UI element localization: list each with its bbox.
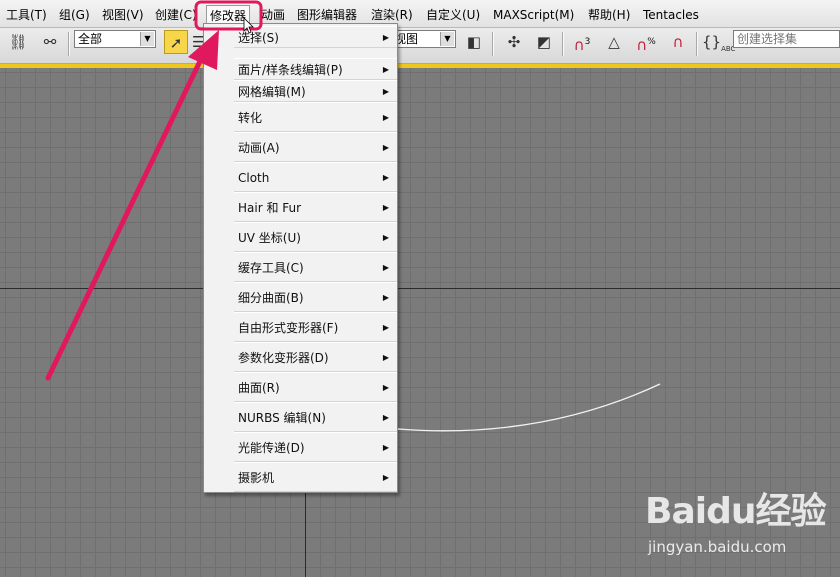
menu-create[interactable]: 创建(C) xyxy=(155,7,197,23)
chevron-right-icon: ▶ xyxy=(382,263,389,272)
menu-item-select[interactable]: 选择(S) ▶ xyxy=(234,26,397,48)
menu-item-label: 曲面(R) xyxy=(238,381,280,395)
menu-item-label: Hair 和 Fur xyxy=(238,201,302,215)
menu-bar: 工具(T) 组(G) 视图(V) 创建(C) 修改器 动画 图形编辑器 渲染(R… xyxy=(0,0,840,28)
menu-views[interactable]: 视图(V) xyxy=(102,7,144,23)
menu-item-subdivision-surfaces[interactable]: 细分曲面(B) ▶ xyxy=(234,282,397,312)
menu-item-free-form-deformers[interactable]: 自由形式变形器(F) ▶ xyxy=(234,312,397,342)
menu-modifiers[interactable]: 修改器 xyxy=(206,5,251,25)
spinner-snap-icon[interactable]: ∩ xyxy=(666,30,690,54)
menu-item-parametric-deformers[interactable]: 参数化变形器(D) ▶ xyxy=(234,342,397,372)
toolbar-separator xyxy=(562,32,564,56)
chevron-right-icon: ▶ xyxy=(382,233,389,242)
toolbar-separator xyxy=(68,32,70,56)
chevron-down-icon: ▼ xyxy=(440,32,454,46)
angle-snap-icon[interactable]: △ xyxy=(602,30,626,54)
menu-item-radiosity[interactable]: 光能传递(D) ▶ xyxy=(234,432,397,462)
viewport-axis-horizontal xyxy=(0,288,840,289)
menu-item-label: 选择(S) xyxy=(238,31,279,45)
menu-item-label: 转化 xyxy=(238,111,263,125)
chevron-right-icon: ▶ xyxy=(382,143,389,152)
toolbar-accent-line xyxy=(0,64,840,68)
menu-item-label: NURBS 编辑(N) xyxy=(238,411,326,425)
menu-item-patch-spline-editing[interactable]: 面片/样条线编辑(P) ▶ xyxy=(234,58,397,80)
menu-maxscript[interactable]: MAXScript(M) xyxy=(493,7,574,23)
chevron-right-icon: ▶ xyxy=(382,413,389,422)
select-link-icon[interactable]: ⛓ xyxy=(6,30,30,54)
percent-snap-label: % xyxy=(647,37,656,47)
menu-item-label: Cloth xyxy=(238,171,270,185)
menu-item-nurbs-editing[interactable]: NURBS 编辑(N) ▶ xyxy=(234,402,397,432)
chevron-right-icon: ▶ xyxy=(382,33,389,42)
modifiers-dropdown-menu: 选择(S) ▶ 面片/样条线编辑(P) ▶ 网格编辑(M) ▶ 转化 ▶ 动画(A) ▶ … xyxy=(203,23,398,493)
menu-item-label: 动画(A) xyxy=(238,141,280,155)
select-object-icon[interactable]: ➚ xyxy=(164,30,188,54)
menu-customize[interactable]: 自定义(U) xyxy=(426,7,480,23)
toolbar-separator xyxy=(696,32,698,56)
watermark-brand: Baidu经验 xyxy=(645,491,826,532)
reference-coord-dropdown[interactable]: 视图 ▼ xyxy=(390,30,456,48)
menu-tools[interactable]: 工具(T) xyxy=(6,7,47,23)
chevron-right-icon: ▶ xyxy=(382,323,389,332)
menu-item-label: 面片/样条线编辑(P) xyxy=(238,63,343,77)
menu-item-label: 光能传递(D) xyxy=(238,441,305,455)
chevron-right-icon: ▶ xyxy=(382,473,389,482)
menu-item-label: 细分曲面(B) xyxy=(238,291,304,305)
menu-help[interactable]: 帮助(H) xyxy=(588,7,630,23)
snap-toggle-icon[interactable]: ∩3 xyxy=(570,30,594,54)
chevron-right-icon: ▶ xyxy=(382,293,389,302)
menu-tentacles[interactable]: Tentacles xyxy=(643,7,699,23)
select-by-name-icon[interactable]: ☰ xyxy=(192,30,205,54)
menu-item-mesh-editing[interactable]: 网格编辑(M) ▶ xyxy=(234,80,397,102)
menu-rendering[interactable]: 渲染(R) xyxy=(371,7,413,23)
menu-item-hair-and-fur[interactable]: Hair 和 Fur ▶ xyxy=(234,192,397,222)
selection-filter-dropdown[interactable]: 全部 ▼ xyxy=(74,30,156,48)
chevron-down-icon: ▼ xyxy=(140,32,154,46)
menu-animation[interactable]: 动画 xyxy=(261,7,285,23)
chevron-right-icon: ▶ xyxy=(382,65,389,74)
menu-item-label: UV 坐标(U) xyxy=(238,231,301,245)
watermark-url: jingyan.baidu.com xyxy=(648,538,787,556)
menu-item-label: 自由形式变形器(F) xyxy=(238,321,339,335)
menu-graph-editors[interactable]: 图形编辑器 xyxy=(297,7,357,23)
toolbar-separator xyxy=(492,32,494,56)
chevron-right-icon: ▶ xyxy=(382,113,389,122)
unlink-icon[interactable]: ⚯ xyxy=(38,30,62,54)
chevron-right-icon: ▶ xyxy=(382,173,389,182)
percent-snap-icon[interactable]: ∩% xyxy=(634,30,658,54)
menu-item-cache-tools[interactable]: 缓存工具(C) ▶ xyxy=(234,252,397,282)
menu-group[interactable]: 组(G) xyxy=(59,7,90,23)
chevron-right-icon: ▶ xyxy=(382,203,389,212)
snap-toggle-label: 3 xyxy=(584,37,591,47)
chevron-right-icon: ▶ xyxy=(382,443,389,452)
keyboard-shortcut-icon[interactable]: ◩ xyxy=(532,30,556,54)
menu-item-label: 网格编辑(M) xyxy=(238,85,306,99)
menu-item-animation[interactable]: 动画(A) ▶ xyxy=(234,132,397,162)
menu-item-uv-coordinates[interactable]: UV 坐标(U) ▶ xyxy=(234,222,397,252)
selection-filter-value: 全部 xyxy=(78,32,103,46)
chevron-right-icon: ▶ xyxy=(382,383,389,392)
menu-item-cloth[interactable]: Cloth ▶ xyxy=(234,162,397,192)
main-toolbar: ⛓ ⚯ 全部 ▼ ➚ ☰ 视图 ▼ ◧ ✣ ◩ ∩3 △ ∩% ∩ {}ABC xyxy=(0,28,840,64)
pivot-center-icon[interactable]: ◧ xyxy=(462,30,486,54)
named-selection-sets-input[interactable] xyxy=(733,30,840,48)
manipulate-icon[interactable]: ✣ xyxy=(502,30,526,54)
chevron-right-icon: ▶ xyxy=(382,87,389,96)
menu-item-conversion[interactable]: 转化 ▶ xyxy=(234,102,397,132)
menu-item-surface[interactable]: 曲面(R) ▶ xyxy=(234,372,397,402)
menu-item-label: 参数化变形器(D) xyxy=(238,351,329,365)
menu-item-cameras[interactable]: 摄影机 ▶ xyxy=(234,462,397,492)
chevron-right-icon: ▶ xyxy=(382,353,389,362)
menu-item-label: 缓存工具(C) xyxy=(238,261,304,275)
menu-item-label: 摄影机 xyxy=(238,471,275,485)
edit-named-selection-icon[interactable]: {}ABC xyxy=(702,30,735,54)
